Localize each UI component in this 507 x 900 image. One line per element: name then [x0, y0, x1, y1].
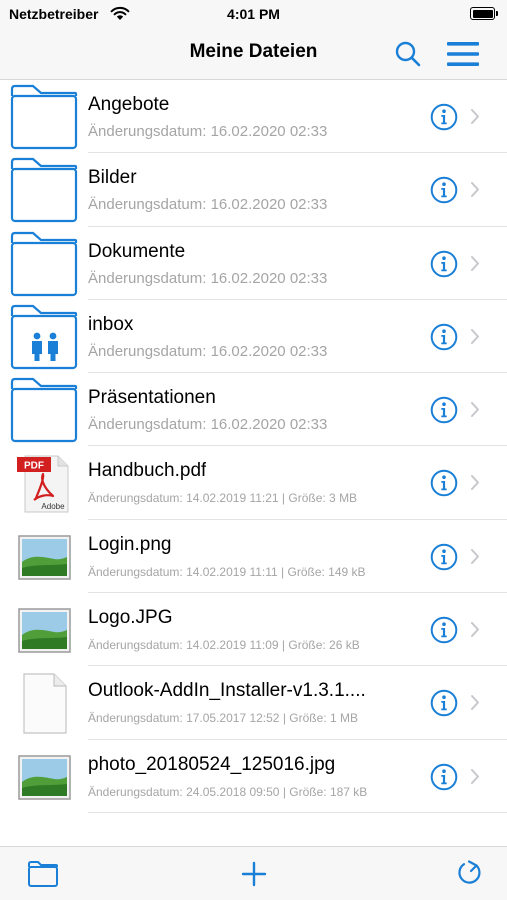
battery-icon [470, 7, 498, 20]
file-name: Login.png [88, 533, 172, 555]
file-name: Outlook-AddIn_Installer-v1.3.1.... [88, 680, 366, 702]
file-name: Handbuch.pdf [88, 460, 207, 482]
list-item[interactable]: Präsentationen Änderungsdatum: 16.02.202… [0, 373, 507, 447]
folder-icon[interactable] [27, 860, 59, 888]
file-meta: Änderungsdatum: 14.02.2019 11:11 | Größe… [88, 564, 366, 579]
chevron-right-icon [471, 548, 479, 564]
info-icon[interactable] [430, 396, 458, 424]
file-name: inbox [88, 313, 134, 335]
navigation-bar: Meine Dateien [0, 28, 507, 80]
shared-folder-icon [10, 304, 78, 369]
pdf-file-icon: PDF Adobe [17, 455, 69, 513]
pdf-badge: PDF [24, 461, 44, 472]
list-item[interactable]: Dokumente Änderungsdatum: 16.02.2020 02:… [0, 227, 507, 301]
file-meta: Änderungsdatum: 16.02.2020 02:33 [88, 123, 328, 140]
chevron-right-icon [471, 182, 479, 198]
file-name: Logo.JPG [88, 607, 173, 629]
info-icon[interactable] [430, 469, 458, 497]
file-meta: Änderungsdatum: 16.02.2020 02:33 [88, 269, 328, 287]
hamburger-menu-icon[interactable] [444, 40, 482, 68]
image-file-icon [18, 535, 71, 580]
info-icon[interactable] [430, 176, 458, 204]
file-name: Präsentationen [88, 387, 216, 409]
file-meta: Änderungsdatum: 16.02.2020 02:33 [88, 196, 328, 214]
document-file-icon [23, 673, 67, 734]
chevron-right-icon [471, 622, 479, 638]
folder-icon [10, 84, 78, 150]
info-icon[interactable] [430, 250, 458, 278]
search-icon[interactable] [393, 39, 423, 69]
pdf-brand-label: Adobe [41, 502, 65, 511]
plus-icon[interactable] [240, 860, 268, 888]
chevron-right-icon [471, 475, 479, 491]
bottom-toolbar [0, 846, 507, 900]
file-meta: Änderungsdatum: 14.02.2019 11:21 | Größe… [88, 491, 358, 506]
list-item[interactable]: Logo.JPG Änderungsdatum: 14.02.2019 11:0… [0, 593, 507, 667]
file-meta: Änderungsdatum: 14.02.2019 11:09 | Größe… [88, 638, 360, 653]
chevron-right-icon [471, 328, 479, 344]
file-name: Bilder [88, 167, 137, 189]
file-name: photo_20180524_125016.jpg [88, 753, 336, 775]
info-icon[interactable] [430, 103, 458, 131]
chevron-right-icon [471, 109, 479, 124]
page-title: Meine Dateien [189, 41, 318, 62]
list-item[interactable]: PDF Adobe Handbuch.pdf Änderungsdatum: 1… [0, 446, 507, 521]
image-file-icon [18, 608, 71, 653]
status-bar: Netzbetreiber 4:01 PM [0, 0, 507, 28]
file-meta: Änderungsdatum: 16.02.2020 02:33 [88, 342, 328, 360]
chevron-right-icon [471, 695, 479, 711]
file-meta: Änderungsdatum: 17.05.2017 12:52 | Größe… [88, 711, 358, 726]
chevron-right-icon [471, 255, 479, 271]
list-item[interactable]: photo_20180524_125016.jpg Änderungsdatum… [0, 740, 507, 814]
folder-icon [10, 378, 78, 443]
info-icon[interactable] [430, 543, 458, 571]
folder-icon [10, 231, 78, 296]
file-meta: Änderungsdatum: 16.02.2020 02:33 [88, 416, 328, 434]
list-item[interactable]: Bilder Änderungsdatum: 16.02.2020 02:33 [0, 153, 507, 227]
folder-icon [10, 158, 78, 223]
info-icon[interactable] [430, 689, 458, 717]
file-name: Angebote [88, 94, 170, 115]
chevron-right-icon [471, 402, 479, 418]
file-name: Dokumente [88, 240, 186, 262]
info-icon[interactable] [430, 323, 458, 351]
info-icon[interactable] [430, 763, 458, 791]
file-list: Angebote Änderungsdatum: 16.02.2020 02:3… [0, 80, 507, 814]
list-item[interactable]: inbox Änderungsdatum: 16.02.2020 02:33 [0, 300, 507, 374]
list-item[interactable]: Angebote Änderungsdatum: 16.02.2020 02:3… [0, 80, 507, 154]
image-file-icon [18, 754, 71, 800]
refresh-icon[interactable] [455, 858, 485, 888]
list-item[interactable]: Outlook-AddIn_Installer-v1.3.1.... Änder… [0, 666, 507, 740]
file-meta: Änderungsdatum: 24.05.2018 09:50 | Größe… [88, 784, 368, 799]
status-time: 4:01 PM [227, 6, 280, 22]
list-item[interactable]: Login.png Änderungsdatum: 14.02.2019 11:… [0, 520, 507, 594]
info-icon[interactable] [430, 616, 458, 644]
chevron-right-icon [471, 768, 479, 784]
